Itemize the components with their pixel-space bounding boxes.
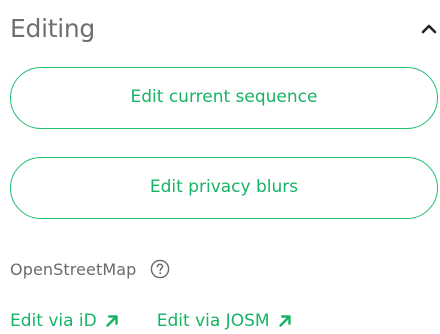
edit-via-id-label: Edit via iD [10,311,97,331]
arrow-up-right-icon [106,315,118,327]
chevron-up-icon[interactable] [420,22,438,36]
edit-via-id-link[interactable]: Edit via iD [10,311,119,331]
section-title: Editing [10,14,95,43]
edit-privacy-blurs-button[interactable]: Edit privacy blurs [10,157,438,219]
edit-current-sequence-label: Edit current sequence [130,87,318,107]
external-editor-links: Edit via iD Edit via JOSM [10,308,292,334]
arrow-up-right-icon [278,315,291,327]
question-circle-icon[interactable] [150,259,170,279]
openstreetmap-label: OpenStreetMap [10,259,137,279]
editing-panel: Editing Edit current sequence Edit priva… [0,0,440,331]
edit-current-sequence-button[interactable]: Edit current sequence [10,67,438,129]
edit-via-josm-link[interactable]: Edit via JOSM [157,311,292,331]
editing-section-header[interactable]: Editing [10,10,440,50]
openstreetmap-row: OpenStreetMap [10,257,170,281]
edit-privacy-blurs-label: Edit privacy blurs [149,177,299,197]
edit-via-josm-label: Edit via JOSM [156,311,270,331]
